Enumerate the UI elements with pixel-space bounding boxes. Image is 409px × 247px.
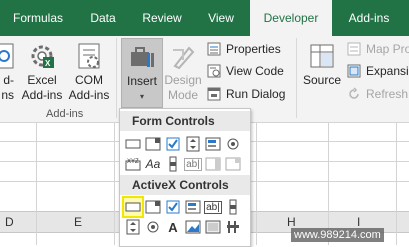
column-header-i[interactable]: I [357,215,360,229]
view-code-icon [207,64,221,78]
map-properties-label: Map Pro [366,42,409,56]
properties-icon [207,42,221,56]
ribbon-tab-bar: Formulas Data Review View Developer Add-… [0,0,409,36]
map-properties-button[interactable]: Map Pro [347,42,409,56]
tab-review[interactable]: Review [132,0,192,36]
activex-toggle-button-icon[interactable] [204,218,222,236]
column-line [36,123,37,245]
group-separator [116,38,117,118]
expansion-packs-button[interactable]: Expansio [347,64,409,78]
tab-view[interactable]: View [196,0,246,36]
tab-data[interactable]: Data [78,0,128,36]
expansion-packs-icon [347,64,361,78]
column-header-d[interactable]: D [5,215,14,229]
refresh-icon [347,87,361,101]
column-line [396,123,397,245]
expansion-packs-label: Expansio [366,64,409,78]
activex-command-button-icon[interactable] [122,196,144,218]
source-button[interactable]: Source [300,42,344,88]
design-mode-icon [169,42,197,70]
form-spin-button-icon[interactable] [184,135,202,153]
com-addins-button[interactable]: COM Add-ins [66,42,112,103]
excel-addins-label: Excel Add-ins [21,73,63,102]
source-label: Source [302,73,342,87]
insert-label: Insert [126,74,157,88]
insert-controls-button[interactable]: Insert ▾ [121,38,163,108]
watermark: www.989214.com [291,228,384,242]
addins-button[interactable]: d- ns [0,42,16,103]
activex-spin-button-icon[interactable] [124,218,142,236]
view-code-button[interactable]: View Code [207,64,284,78]
form-button-icon[interactable] [124,135,142,153]
activex-controls-header: ActiveX Controls [120,175,250,195]
column-line [256,123,257,245]
xml-source-icon [308,42,336,70]
map-properties-icon [347,42,361,56]
activex-combo-box-icon[interactable] [144,198,162,216]
form-combo-drop-down-edit-icon[interactable] [224,155,242,173]
form-combo-list-edit-icon[interactable] [204,155,222,173]
form-scroll-bar-icon[interactable] [164,155,182,173]
run-dialog-label: Run Dialog [226,87,286,101]
design-mode-button[interactable]: Design Mode [163,42,203,103]
form-label-icon[interactable]: Aa [144,155,162,173]
tab-formulas[interactable]: Formulas [0,0,76,36]
refresh-data-button[interactable]: Refresh [347,87,408,101]
excel-addins-button[interactable]: X Excel Add-ins [20,42,64,103]
addins-group-label: Add-ins [46,108,84,120]
tab-developer[interactable]: Developer [250,0,332,36]
activex-scroll-bar-icon[interactable] [224,198,242,216]
addins-button-label: d- ns [1,73,14,102]
column-line [328,123,329,245]
form-list-box-icon[interactable] [204,135,222,153]
svg-text:XYZ: XYZ [127,159,139,165]
group-separator [296,38,297,118]
activex-controls-label: ActiveX Controls [132,178,229,192]
properties-button[interactable]: Properties [207,42,281,56]
activex-image-icon[interactable] [184,218,202,236]
chevron-down-icon: ▾ [139,92,144,101]
com-addin-icon [75,42,103,70]
form-checkbox-icon[interactable] [164,135,182,153]
form-option-button-icon[interactable] [224,135,242,153]
form-group-box-icon[interactable]: XYZ [124,155,142,173]
run-dialog-button[interactable]: Run Dialog [207,87,285,101]
svg-text:X: X [45,59,51,68]
gear-icon [0,42,17,70]
form-controls-header: Form Controls [120,111,250,131]
activex-more-controls-icon[interactable] [224,218,242,236]
excel-addin-gear-icon: X [28,42,56,70]
toolbox-icon [128,43,156,71]
column-header-e[interactable]: E [74,215,82,229]
activex-text-box-icon[interactable]: ab| [204,198,222,216]
properties-label: Properties [226,42,281,56]
activex-checkbox-icon[interactable] [164,198,182,216]
insert-controls-dropdown: Form Controls XYZ Aa ab| ActiveX Control… [119,108,251,247]
column-line [114,123,115,245]
com-addins-label: COM Add-ins [68,73,110,102]
tab-addins[interactable]: Add-ins [336,0,402,36]
design-mode-label: Design Mode [164,73,202,102]
run-dialog-icon [207,87,221,101]
activex-label-icon[interactable]: A [164,218,182,236]
form-combo-box-icon[interactable] [144,135,162,153]
column-header-h[interactable]: H [287,215,296,229]
form-controls-label: Form Controls [132,114,215,128]
activex-list-box-icon[interactable] [184,198,202,216]
form-text-field-icon[interactable]: ab| [184,155,202,173]
activex-option-button-icon[interactable] [144,218,162,236]
refresh-data-label: Refresh [366,87,409,101]
view-code-label: View Code [226,64,284,78]
